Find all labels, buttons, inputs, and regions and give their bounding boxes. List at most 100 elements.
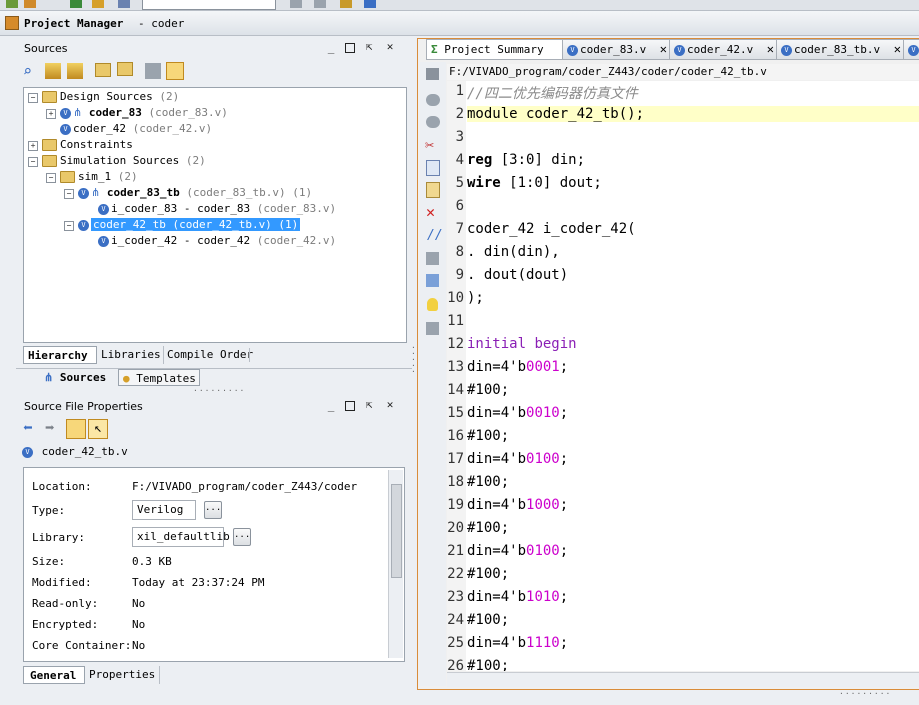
run-icon[interactable] <box>6 0 18 8</box>
tree-item-i-coder-42[interactable]: Vi_coder_42 - coder_42 (coder_42.v) <box>98 233 336 249</box>
new-project-icon[interactable] <box>70 0 82 8</box>
source-file-icon[interactable] <box>166 62 184 80</box>
add-sources-icon[interactable] <box>117 62 133 76</box>
tab-compile-order[interactable]: Compile Order <box>163 346 253 364</box>
pointer-icon[interactable]: ↖ <box>88 419 108 439</box>
close-tab-icon[interactable]: ✕ <box>767 40 774 59</box>
maximize-icon[interactable] <box>345 401 355 411</box>
lightbulb-icon[interactable] <box>427 298 438 311</box>
cut-icon[interactable]: ✂ <box>425 136 434 154</box>
properties-scrollbar[interactable] <box>388 470 403 658</box>
tree-item-constraints[interactable]: Constraints <box>42 137 133 153</box>
tab-libraries[interactable]: Libraries <box>99 346 161 364</box>
delete-icon[interactable]: ✕ <box>426 203 435 221</box>
collapse-design-sources[interactable]: − <box>28 93 38 103</box>
tab-sources[interactable]: ⋔ Sources <box>44 369 106 387</box>
minimize-icon[interactable]: _ <box>326 42 336 53</box>
tree-item-coder-42-tb[interactable]: Vcoder_42_tb (coder_42_tb.v) (1) <box>78 217 301 233</box>
find-icon[interactable] <box>426 274 439 287</box>
redo-icon[interactable] <box>426 116 440 128</box>
undo-icon[interactable] <box>426 94 440 106</box>
float-icon[interactable]: ⇱ <box>364 41 374 52</box>
scrollbar-thumb[interactable] <box>391 484 402 578</box>
tab-templates-label: Templates <box>136 372 196 385</box>
tree-item-simulation-sources[interactable]: Simulation Sources (2) <box>42 153 206 169</box>
tree-item-coder-42[interactable]: Vcoder_42 (coder_42.v) <box>60 121 212 137</box>
tree-item-i-coder-83[interactable]: Vi_coder_83 - coder_83 (coder_83.v) <box>98 201 336 217</box>
bookmark-icon[interactable] <box>426 322 439 335</box>
tab-coder-83[interactable]: Vcoder_83.v ✕ <box>562 39 672 60</box>
forward-arrow-icon[interactable]: ➡ <box>45 420 61 437</box>
paste-icon[interactable] <box>426 182 440 198</box>
splitter-handle[interactable]: ········· <box>193 386 245 395</box>
open-icon[interactable] <box>92 0 104 8</box>
collapse-coder-83-tb[interactable]: − <box>64 189 74 199</box>
search-icon[interactable]: ⌕ <box>23 63 39 79</box>
save-icon[interactable] <box>426 68 439 80</box>
minimize-icon[interactable]: _ <box>326 400 336 411</box>
core-container-value: No <box>132 639 146 652</box>
tab-coder-83-tb[interactable]: Vcoder_83_tb.v ✕ <box>776 39 906 60</box>
close-icon[interactable]: ✕ <box>385 399 395 410</box>
collapse-simulation-sources[interactable]: − <box>28 157 38 167</box>
comment-icon[interactable]: // <box>427 228 443 243</box>
close-icon[interactable]: ✕ <box>385 41 395 52</box>
collapse-all-icon[interactable] <box>45 63 61 79</box>
tree-item-design-sources[interactable]: Design Sources (2) <box>42 89 179 105</box>
tab-hierarchy[interactable]: Hierarchy <box>23 346 97 364</box>
tree-item-sim-1[interactable]: sim_1 (2) <box>60 169 138 185</box>
tree-item-coder-83-tb[interactable]: V ⋔ coder_83_tb (coder_83_tb.v) (1) <box>78 185 312 201</box>
splitter-handle[interactable]: ········· <box>839 689 891 698</box>
code-line: reg [3:0] din; <box>467 152 586 168</box>
line-number: 20 <box>447 520 464 536</box>
library-field[interactable]: xil_defaultlib <box>132 527 230 547</box>
copy-icon[interactable] <box>426 160 440 176</box>
cut-icon[interactable] <box>290 0 302 8</box>
tree-item-coder-83[interactable]: V ⋔ coder_83 (coder_83.v) <box>60 105 228 121</box>
vertical-splitter[interactable]: · · · · · <box>411 344 416 376</box>
horizontal-scrollbar[interactable] <box>447 672 919 687</box>
float-icon[interactable]: ⇱ <box>364 399 374 410</box>
file-name-label: coder_42_tb.v <box>41 445 128 458</box>
maximize-icon[interactable] <box>345 43 355 53</box>
tab-properties[interactable]: Properties <box>89 666 161 684</box>
tab-templates[interactable]: ● Templates <box>118 369 200 386</box>
settings-icon[interactable] <box>24 0 36 8</box>
expand-coder-83[interactable]: + <box>46 109 56 119</box>
type-field[interactable]: Verilog <box>132 500 196 520</box>
core-container-label: Core Container: <box>32 639 132 652</box>
library-browse-button[interactable]: ... <box>233 528 251 546</box>
back-arrow-icon[interactable]: ⬅ <box>23 420 39 437</box>
editor-tool-strip: ✂ ✕ // <box>420 62 446 686</box>
auto-connect-icon[interactable] <box>340 0 352 8</box>
type-browse-button[interactable]: ... <box>204 501 222 519</box>
select-block-icon[interactable] <box>426 252 439 265</box>
tab-general[interactable]: General <box>23 666 85 684</box>
expand-constraints[interactable]: + <box>28 141 38 151</box>
tab-coder-42[interactable]: Vcoder_42.v ✕ <box>669 39 779 60</box>
close-tab-icon[interactable]: ✕ <box>660 40 667 59</box>
tab-label: Project Summary <box>444 43 544 56</box>
tree-detail: (coder_42.v) <box>256 234 337 247</box>
tab-overflow[interactable]: V <box>903 39 919 60</box>
collapse-coder-42-tb[interactable]: − <box>64 221 74 231</box>
layout-combo[interactable] <box>142 0 276 10</box>
close-tab-icon[interactable]: ✕ <box>894 40 901 59</box>
expand-all-icon[interactable] <box>67 63 83 79</box>
auto-update-icon[interactable] <box>66 419 86 439</box>
layout-icon[interactable] <box>118 0 130 8</box>
properties-icon[interactable] <box>145 63 161 79</box>
code-line: initial begin <box>467 336 577 352</box>
properties-file-name: V coder_42_tb.v <box>22 445 128 459</box>
collapse-sim-1[interactable]: − <box>46 173 56 183</box>
project-name: - coder <box>138 17 185 30</box>
code-editor[interactable]: 1 2 3 4 5 6 7 8 9 10 11 12 13 14 15 16 17 18 19 20 21 22 23 24 2… <box>447 81 919 671</box>
folder-icon <box>42 155 57 167</box>
code-line: din=4'b0001; <box>467 359 569 375</box>
code-line: wire [1:0] dout; <box>467 175 602 191</box>
open-folder-icon[interactable] <box>95 63 111 77</box>
help-icon[interactable] <box>364 0 376 8</box>
copy-icon[interactable] <box>314 0 326 8</box>
tab-project-summary[interactable]: Σ Project Summary <box>426 39 566 60</box>
code-line: din=4'b0100; <box>467 451 569 467</box>
